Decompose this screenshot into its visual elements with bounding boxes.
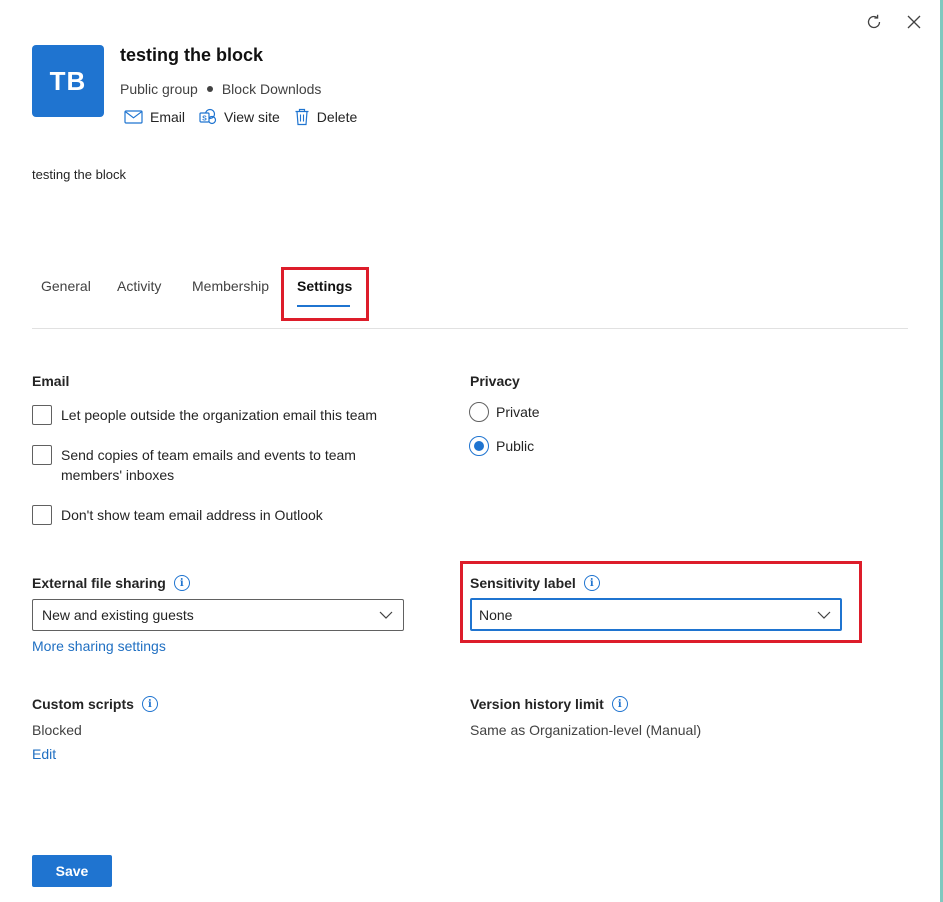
private-label: Private — [496, 404, 540, 420]
mail-icon — [124, 110, 143, 124]
privacy-option-public: Public — [469, 436, 534, 456]
send-copies-checkbox[interactable] — [32, 445, 52, 465]
email-option-copies: Send copies of team emails and events to… — [32, 445, 402, 485]
svg-text:S: S — [202, 115, 207, 122]
tab-general[interactable]: General — [41, 278, 91, 294]
tab-membership[interactable]: Membership — [192, 278, 269, 294]
custom-scripts-edit-link[interactable]: Edit — [32, 746, 56, 762]
hide-address-checkbox[interactable] — [32, 505, 52, 525]
version-history-heading: Version history limit i — [470, 696, 628, 712]
view-site-label: View site — [224, 109, 280, 125]
external-email-checkbox[interactable] — [32, 405, 52, 425]
version-history-label: Version history limit — [470, 696, 604, 712]
separator-dot — [206, 86, 213, 92]
version-history-value: Same as Organization-level (Manual) — [470, 722, 702, 738]
group-description: testing the block — [32, 167, 126, 182]
tab-activity[interactable]: Activity — [117, 278, 161, 294]
avatar: TB — [32, 45, 104, 117]
external-sharing-dropdown[interactable]: New and existing guests — [32, 599, 404, 631]
external-sharing-label: External file sharing — [32, 575, 166, 591]
panel-actions — [863, 11, 925, 33]
send-copies-label: Send copies of team emails and events to… — [61, 447, 356, 483]
custom-scripts-heading: Custom scripts i — [32, 696, 158, 712]
view-site-button[interactable]: S View site — [199, 108, 280, 126]
email-button[interactable]: Email — [124, 108, 185, 126]
custom-scripts-label: Custom scripts — [32, 696, 134, 712]
external-sharing-heading: External file sharing i — [32, 575, 190, 591]
privacy-option-private: Private — [469, 402, 540, 422]
email-option-hide: Don't show team email address in Outlook — [32, 505, 323, 525]
refresh-icon[interactable] — [863, 11, 885, 33]
group-label: Block Downlods — [221, 81, 322, 97]
external-sharing-value: New and existing guests — [42, 607, 194, 623]
highlight-sensitivity-label — [460, 561, 862, 643]
info-icon[interactable]: i — [141, 696, 158, 712]
private-radio[interactable] — [469, 402, 489, 422]
delete-button[interactable]: Delete — [294, 108, 357, 126]
hide-address-label: Don't show team email address in Outlook — [61, 507, 323, 523]
email-section-label: Email — [32, 373, 70, 389]
external-email-label: Let people outside the organization emai… — [61, 407, 377, 423]
sharepoint-icon: S — [199, 108, 217, 125]
delete-label: Delete — [316, 109, 358, 125]
email-option-external: Let people outside the organization emai… — [32, 405, 377, 425]
quick-actions: Email S View site Delete — [124, 108, 357, 126]
email-label: Email — [150, 109, 186, 125]
group-meta: Public group Block Downlods — [120, 81, 321, 97]
more-sharing-settings-link[interactable]: More sharing settings — [32, 638, 166, 654]
info-icon[interactable]: i — [611, 696, 628, 712]
public-label: Public — [496, 438, 535, 454]
public-radio[interactable] — [469, 436, 489, 456]
info-icon[interactable]: i — [173, 575, 190, 591]
group-title: testing the block — [120, 45, 264, 65]
save-button[interactable]: Save — [32, 855, 112, 887]
highlight-settings-tab — [281, 267, 369, 321]
privacy-section-label: Privacy — [470, 373, 520, 389]
tab-bar: General Activity Membership Settings — [32, 270, 908, 329]
close-icon[interactable] — [903, 11, 925, 33]
custom-scripts-value: Blocked — [32, 722, 82, 738]
trash-icon — [295, 108, 309, 126]
group-visibility: Public group — [120, 81, 198, 97]
chevron-down-icon — [379, 611, 393, 619]
